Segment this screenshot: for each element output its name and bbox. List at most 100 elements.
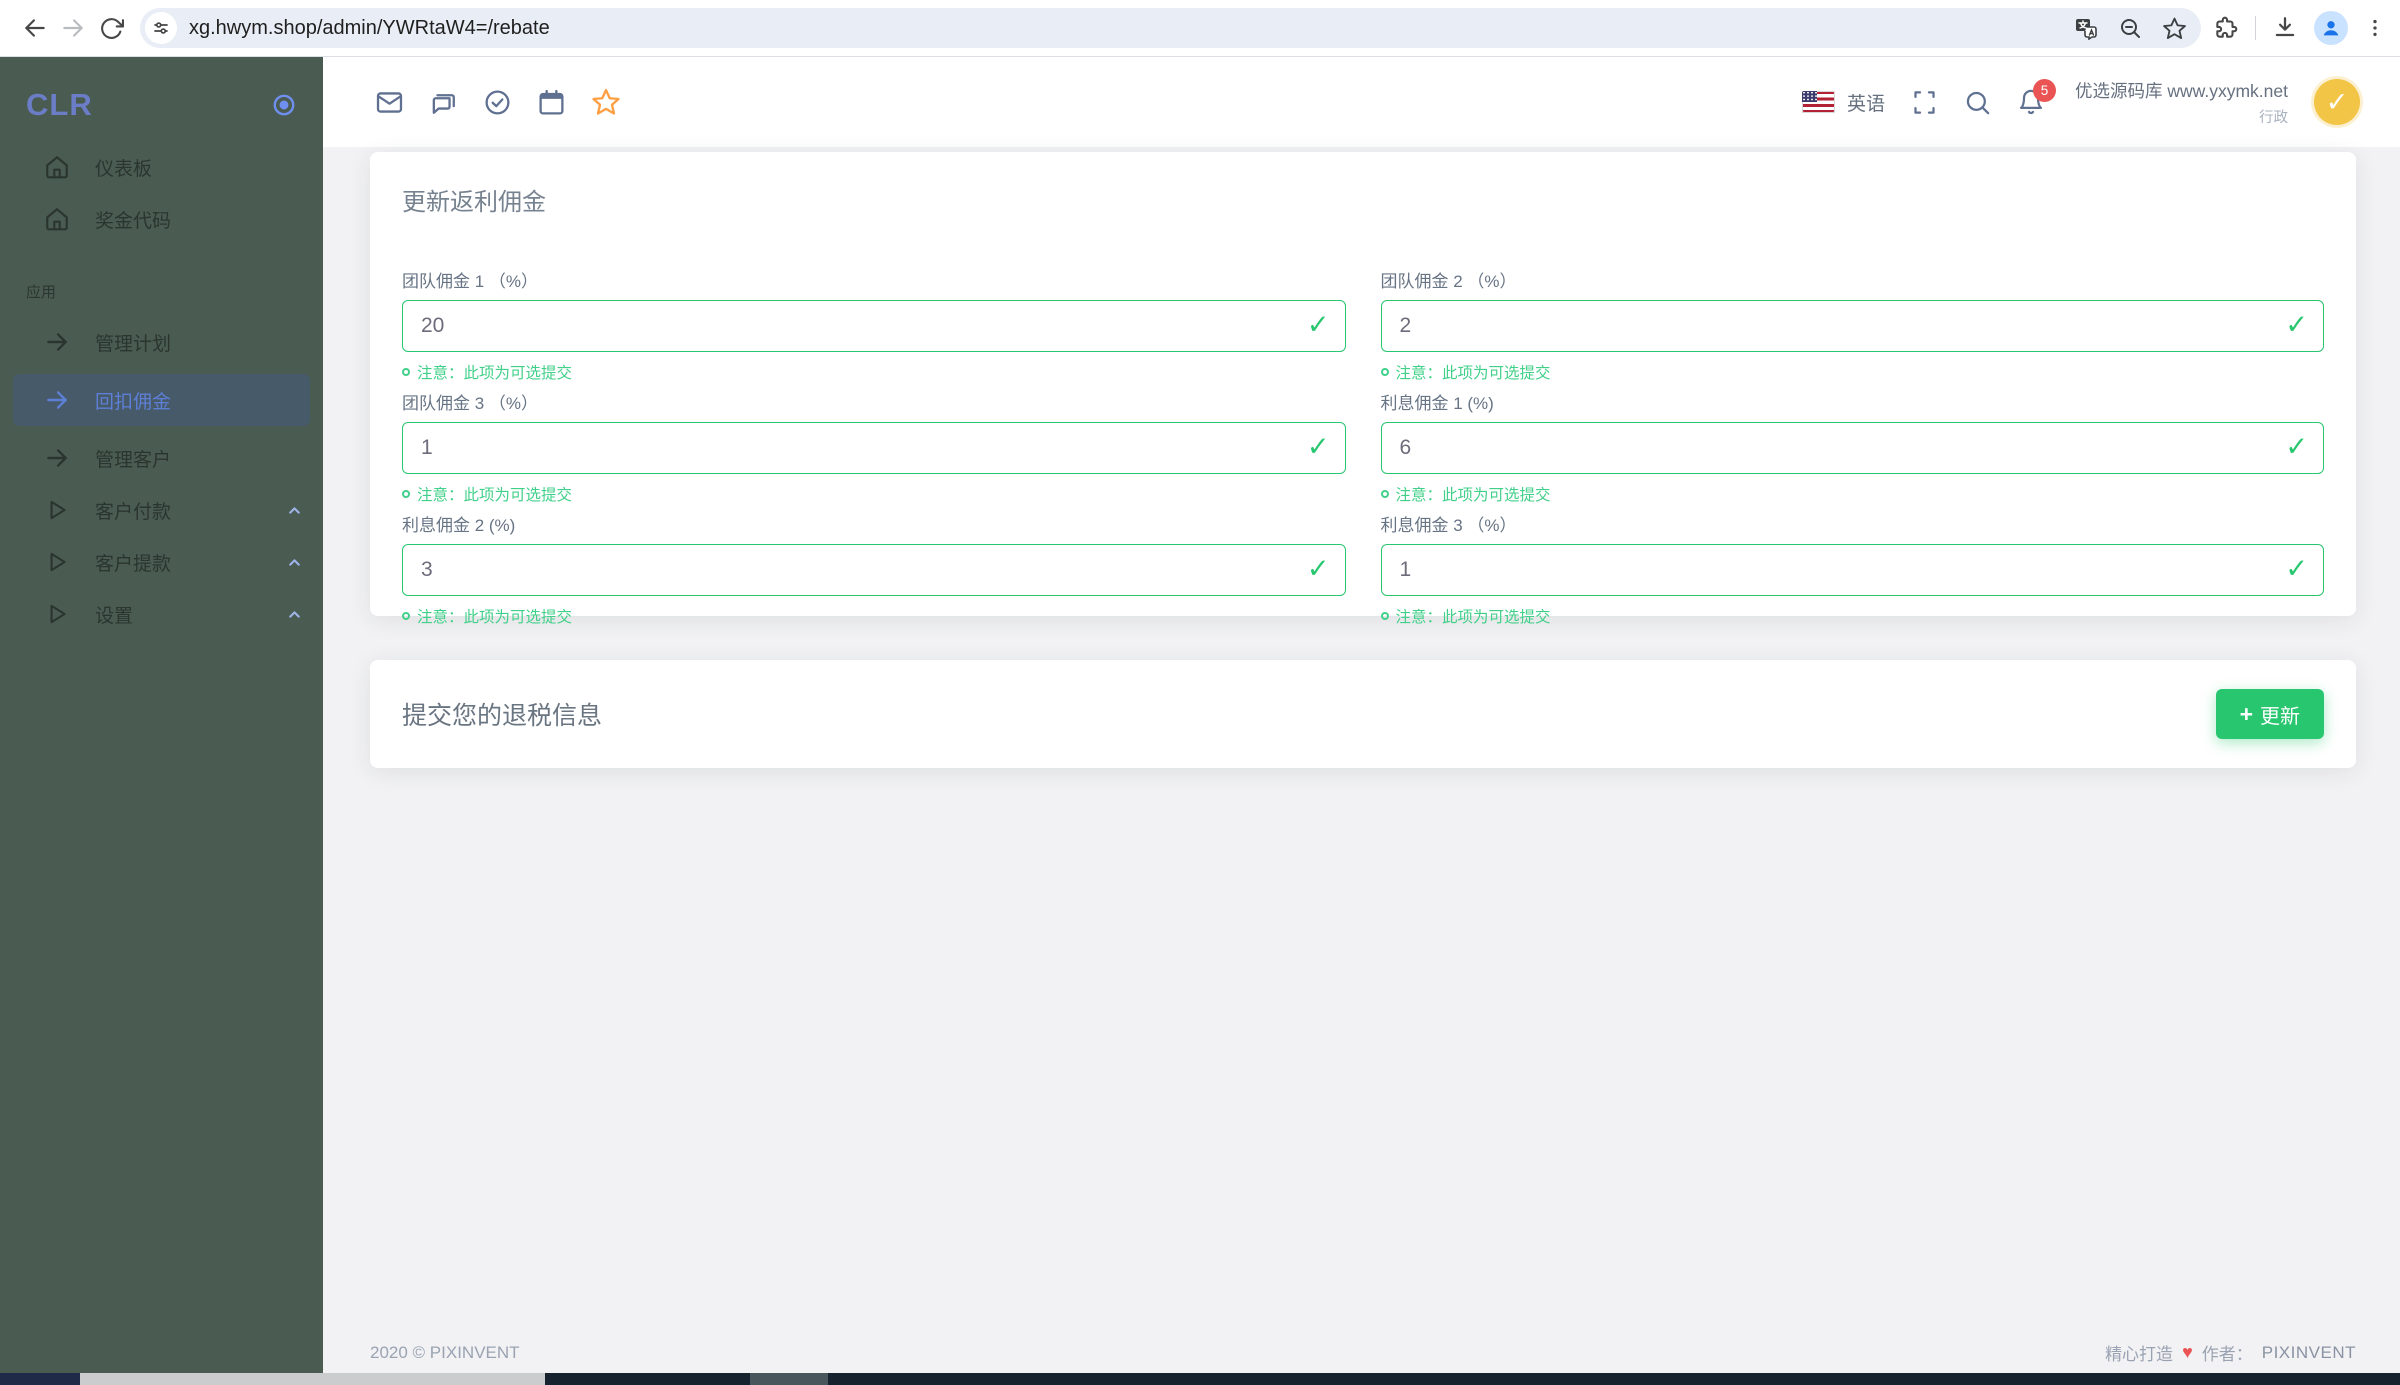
sidebar-item-label: 客户付款 <box>95 501 172 523</box>
valid-check-icon: ✓ <box>1306 553 1330 584</box>
heart-icon: ♥ <box>2182 1342 2193 1362</box>
downloads-icon[interactable] <box>2272 15 2298 41</box>
browser-reload-button[interactable] <box>92 9 130 47</box>
field-note: 注意：此项为可选提交 <box>1380 483 2325 505</box>
browser-forward-button[interactable] <box>54 9 92 47</box>
field-note: 注意：此项为可选提交 <box>1380 605 2325 627</box>
sidebar-item-manage-customers[interactable]: 管理客户 <box>0 432 323 484</box>
favorite-star-icon[interactable] <box>591 87 621 117</box>
fullscreen-icon[interactable] <box>1911 89 1938 116</box>
card-title: 更新返利佣金 <box>402 189 546 216</box>
sidebar-item-rebate-commission[interactable]: 回扣佣金 <box>13 374 310 426</box>
note-bullet-icon <box>402 612 410 620</box>
sidebar-item-bonus-code[interactable]: 奖金代码 <box>0 193 323 245</box>
scrollbar-segment <box>750 1373 828 1385</box>
sidebar-section-label: 应用 <box>26 284 57 301</box>
sidebar-item-manage-plan[interactable]: 管理计划 <box>0 316 323 368</box>
note-bullet-icon <box>402 368 410 376</box>
footer-author-prefix: 作者： <box>2201 1345 2253 1364</box>
update-button-label: 更新 <box>2260 705 2300 728</box>
field-label: 团队佣金 1 （%） <box>402 272 539 291</box>
footer-author: PIXINVENT <box>2261 1342 2356 1362</box>
field-label: 团队佣金 2 （%） <box>1380 272 1517 291</box>
field-note: 注意：此项为可选提交 <box>402 483 1346 505</box>
toolbar-divider <box>2255 16 2256 40</box>
field-label: 利息佣金 1 (%) <box>1380 394 1494 413</box>
play-icon <box>44 601 71 628</box>
browser-toolbar: xg.hwym.shop/admin/YWRtaW4=/rebate <box>0 0 2400 57</box>
sidebar: CLR 仪表板 奖金代码 应用 管理计划 回扣佣金 管理客户 客户付款 客户提款… <box>0 57 323 1385</box>
valid-check-icon: ✓ <box>1306 309 1330 340</box>
chevron-up-icon <box>286 554 303 571</box>
browser-back-button[interactable] <box>16 9 54 47</box>
interest-commission-1-input[interactable] <box>1380 422 2324 474</box>
extensions-icon[interactable] <box>2213 15 2239 41</box>
arrow-right-icon <box>44 329 71 356</box>
team-commission-2-input[interactable] <box>1380 300 2324 352</box>
user-name: 优选源码库 www.yxymk.net <box>2075 80 2288 101</box>
rebate-form: 团队佣金 1 （%） ✓ 注意：此项为可选提交 团队佣金 2 （%） ✓ <box>402 267 2324 627</box>
team-commission-3-input[interactable] <box>402 422 1346 474</box>
arrow-right-icon <box>44 445 71 472</box>
avatar[interactable]: ✓ <box>2314 79 2360 125</box>
browser-profile-icon[interactable] <box>2314 11 2348 45</box>
form-field: 团队佣金 2 （%） ✓ 注意：此项为可选提交 <box>1380 267 2325 383</box>
avatar-check-icon: ✓ <box>2325 86 2349 117</box>
note-bullet-icon <box>402 490 410 498</box>
form-field: 团队佣金 3 （%） ✓ 注意：此项为可选提交 <box>402 389 1346 505</box>
note-bullet-icon <box>1380 368 1389 376</box>
form-field: 团队佣金 1 （%） ✓ 注意：此项为可选提交 <box>402 267 1346 383</box>
form-field: 利息佣金 2 (%) ✓ 注意：此项为可选提交 <box>402 511 1346 627</box>
check-circle-icon[interactable] <box>483 88 512 117</box>
user-info[interactable]: 优选源码库 www.yxymk.net 行政 <box>2075 78 2288 127</box>
page-footer: 2020 © PIXINVENT 精心打造 ♥ 作者： PIXINVENT <box>370 1340 2356 1365</box>
bookmark-star-icon[interactable] <box>2162 16 2187 41</box>
footer-copyright: 2020 © PIXINVENT <box>370 1342 520 1362</box>
translate-icon[interactable] <box>2074 16 2098 40</box>
notifications-bell-icon[interactable]: 5 <box>2017 79 2057 116</box>
site-info-icon[interactable] <box>145 12 177 44</box>
us-flag-icon[interactable] <box>1802 91 1836 113</box>
play-icon <box>44 549 71 576</box>
rebate-commission-card: 更新返利佣金 团队佣金 1 （%） ✓ 注意：此项为可选提交 团队佣金 2 （%… <box>370 152 2356 626</box>
browser-menu-icon[interactable] <box>2364 17 2386 39</box>
url-text[interactable]: xg.hwym.shop/admin/YWRtaW4=/rebate <box>189 17 2074 40</box>
mail-icon[interactable] <box>375 88 404 117</box>
horizontal-scrollbar[interactable] <box>0 1373 2400 1385</box>
team-commission-1-input[interactable] <box>402 300 1346 352</box>
field-note: 注意：此项为可选提交 <box>402 605 1346 627</box>
sidebar-item-settings[interactable]: 设置 <box>0 588 323 640</box>
sidebar-item-label: 管理客户 <box>95 449 172 471</box>
sidebar-item-label: 回扣佣金 <box>95 391 172 413</box>
play-icon <box>44 497 71 524</box>
search-icon[interactable] <box>1964 89 1991 116</box>
scrollbar-corner <box>0 1373 80 1385</box>
app-frame: CLR 仪表板 奖金代码 应用 管理计划 回扣佣金 管理客户 客户付款 客户提款… <box>0 57 2400 1385</box>
sidebar-item-label: 管理计划 <box>95 333 172 355</box>
interest-commission-2-input[interactable] <box>402 544 1346 596</box>
submit-tax-card: 提交您的退税信息 + 更新 <box>370 660 2356 768</box>
field-label: 利息佣金 3 （%） <box>1380 516 1517 535</box>
app-logo: CLR <box>26 87 93 122</box>
interest-commission-3-input[interactable] <box>1380 544 2324 596</box>
submit-card-title: 提交您的退税信息 <box>402 702 603 730</box>
arrow-right-icon <box>44 387 71 414</box>
calendar-icon[interactable] <box>537 88 566 117</box>
sidebar-item-label: 奖金代码 <box>95 210 172 232</box>
sidebar-item-dashboard[interactable]: 仪表板 <box>0 141 323 193</box>
scrollbar-thumb[interactable] <box>80 1373 545 1385</box>
notification-badge: 5 <box>2033 79 2057 102</box>
sidebar-toggle-icon[interactable] <box>271 92 297 118</box>
chevron-up-icon <box>286 502 303 519</box>
valid-check-icon: ✓ <box>2285 553 2308 584</box>
address-bar[interactable]: xg.hwym.shop/admin/YWRtaW4=/rebate <box>140 8 2201 48</box>
zoom-out-icon[interactable] <box>2118 16 2142 40</box>
chat-icon[interactable] <box>429 88 458 117</box>
valid-check-icon: ✓ <box>2285 309 2308 340</box>
field-note: 注意：此项为可选提交 <box>1380 361 2325 383</box>
sidebar-item-customer-payments[interactable]: 客户付款 <box>0 484 323 536</box>
update-button[interactable]: + 更新 <box>2215 689 2324 739</box>
sidebar-item-customer-withdrawals[interactable]: 客户提款 <box>0 536 323 588</box>
language-label[interactable]: 英语 <box>1847 89 1885 116</box>
page-content: 更新返利佣金 团队佣金 1 （%） ✓ 注意：此项为可选提交 团队佣金 2 （%… <box>323 152 2400 768</box>
